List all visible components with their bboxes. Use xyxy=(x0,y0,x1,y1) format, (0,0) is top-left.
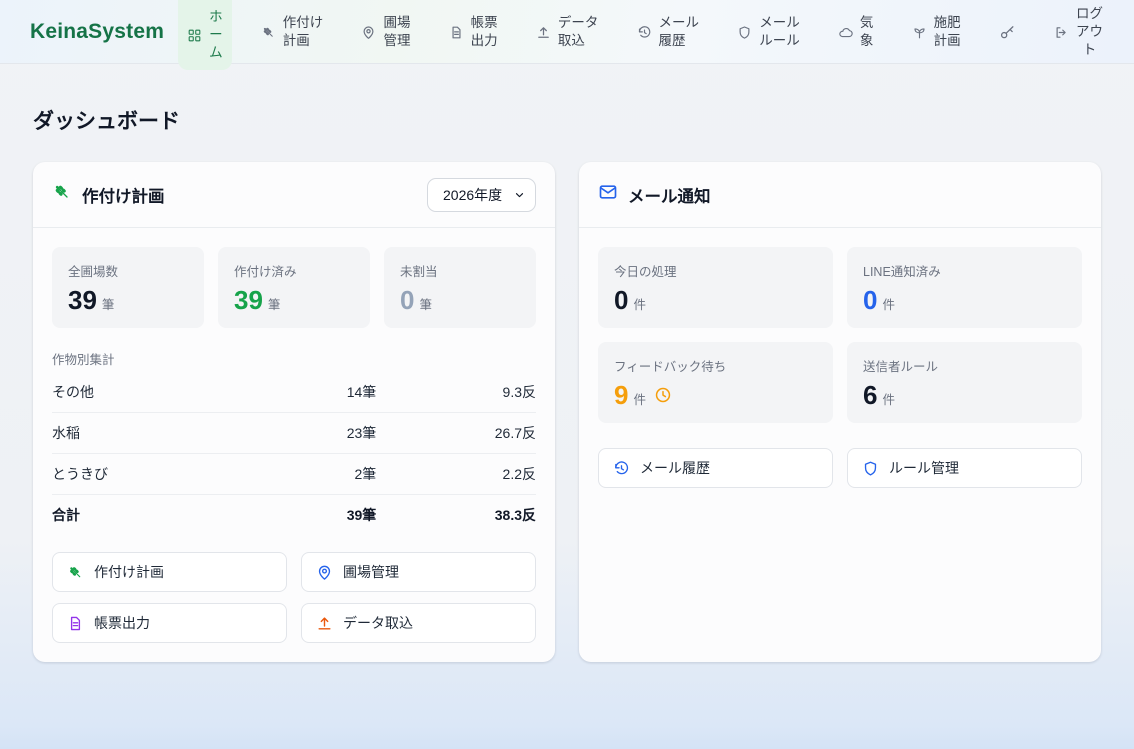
mail-icon xyxy=(598,182,618,207)
mail-history-button[interactable]: メール履歴 xyxy=(598,448,833,488)
nav-item-weather[interactable]: 気 象 xyxy=(829,0,883,64)
nav-item-planting-plan[interactable]: 作付け 計画 xyxy=(252,0,333,64)
planting-card-header: 作付け計画 2026年度 xyxy=(33,162,555,228)
stat-line-notified: LINE通知済み 0 件 xyxy=(847,247,1082,328)
table-total-row: 合計 39筆 38.3反 xyxy=(52,495,536,536)
main-nav: ホ ー ム 作付け 計画 圃場 管理 帳票 出力 データ 取込 メール 履歴 メ… xyxy=(178,0,1112,64)
planting-card-title: 作付け計画 xyxy=(82,183,165,207)
nav-item-label: メール ルール xyxy=(759,14,800,50)
nav-item-label: 作付け 計画 xyxy=(283,14,324,50)
wheat-icon xyxy=(67,564,84,581)
stat-value: 39 xyxy=(234,287,263,313)
wheat-icon xyxy=(261,25,276,40)
nav-item-label: 気 象 xyxy=(860,14,874,50)
nav-item-password-key[interactable] xyxy=(990,0,1025,64)
stat-value: 9 xyxy=(614,382,628,408)
document-icon xyxy=(67,615,84,632)
stat-total-fields: 全圃場数 39 筆 xyxy=(52,247,204,328)
nav-item-fertilizer-plan[interactable]: 施肥 計画 xyxy=(903,0,970,64)
mail-card-header: メール通知 xyxy=(579,162,1101,228)
nav-item-label: 帳票 出力 xyxy=(471,14,498,50)
stat-sender-rules: 送信者ルール 6 件 xyxy=(847,342,1082,423)
stat-value: 0 xyxy=(863,287,877,313)
upload-icon xyxy=(536,25,551,40)
page-title: ダッシュボード xyxy=(33,105,1101,135)
nav-item-label: 施肥 計画 xyxy=(934,14,961,50)
stat-today-processed: 今日の処理 0 件 xyxy=(598,247,833,328)
mail-notification-card: メール通知 今日の処理 0 件 LINE通知済み 0 xyxy=(579,162,1101,662)
mail-card-title: メール通知 xyxy=(628,183,711,207)
nav-item-logout[interactable]: ログ アウ ト xyxy=(1045,0,1112,64)
nav-item-report-output[interactable]: 帳票 出力 xyxy=(440,0,507,64)
field-management-button[interactable]: 圃場管理 xyxy=(301,552,536,592)
upload-icon xyxy=(316,615,333,632)
history-clock-icon xyxy=(637,25,652,40)
key-icon xyxy=(999,24,1016,41)
nav-item-data-import[interactable]: データ 取込 xyxy=(527,0,608,64)
nav-item-mail-history[interactable]: メール 履歴 xyxy=(628,0,709,64)
main-content: ダッシュボード 作付け計画 2026年度 全圃場数 xyxy=(0,64,1134,662)
stat-feedback-pending: フィードバック待ち 9 件 xyxy=(598,342,833,423)
shield-icon xyxy=(862,460,879,477)
sprout-icon xyxy=(912,25,927,40)
table-row: その他 14筆 9.3反 xyxy=(52,372,536,413)
history-clock-icon xyxy=(613,460,630,477)
wheat-icon xyxy=(52,182,72,207)
nav-item-label: 圃場 管理 xyxy=(383,14,410,50)
table-row: とうきび 2筆 2.2反 xyxy=(52,454,536,495)
cloud-icon xyxy=(838,25,853,40)
document-icon xyxy=(449,25,464,40)
stat-value: 6 xyxy=(863,382,877,408)
dashboard-icon xyxy=(187,28,202,43)
nav-item-label: メール 履歴 xyxy=(659,14,700,50)
nav-item-home[interactable]: ホ ー ム xyxy=(178,0,232,70)
stat-value: 0 xyxy=(400,287,414,313)
year-select[interactable]: 2026年度 xyxy=(427,178,536,212)
stat-planted: 作付け済み 39 筆 xyxy=(218,247,370,328)
nav-item-label: ログ アウ ト xyxy=(1076,5,1103,58)
nav-item-field-management[interactable]: 圃場 管理 xyxy=(352,0,419,64)
shield-icon xyxy=(737,25,752,40)
data-import-button[interactable]: データ取込 xyxy=(301,603,536,643)
report-output-button[interactable]: 帳票出力 xyxy=(52,603,287,643)
stat-value: 0 xyxy=(614,287,628,313)
table-row: 水稲 23筆 26.7反 xyxy=(52,413,536,454)
nav-item-mail-rules[interactable]: メール ルール xyxy=(728,0,809,64)
crop-summary-table: その他 14筆 9.3反 水稲 23筆 26.7反 とうきび 2筆 2. xyxy=(52,372,536,535)
map-pin-icon xyxy=(361,25,376,40)
crop-summary-label: 作物別集計 xyxy=(52,349,536,368)
logout-icon xyxy=(1054,25,1069,40)
planting-plan-card: 作付け計画 2026年度 全圃場数 39 筆 xyxy=(33,162,555,662)
nav-item-label: データ 取込 xyxy=(558,14,599,50)
rule-management-button[interactable]: ルール管理 xyxy=(847,448,1082,488)
stat-unassigned: 未割当 0 筆 xyxy=(384,247,536,328)
year-select-wrap: 2026年度 xyxy=(427,178,536,212)
top-navbar: KeinaSystem ホ ー ム 作付け 計画 圃場 管理 帳票 出力 データ… xyxy=(0,0,1134,64)
app-logo: KeinaSystem xyxy=(30,0,164,64)
stat-value: 39 xyxy=(68,287,97,313)
clock-icon xyxy=(654,386,672,404)
nav-item-label: ホ ー ム xyxy=(209,8,223,61)
map-pin-icon xyxy=(316,564,333,581)
planting-plan-button[interactable]: 作付け計画 xyxy=(52,552,287,592)
